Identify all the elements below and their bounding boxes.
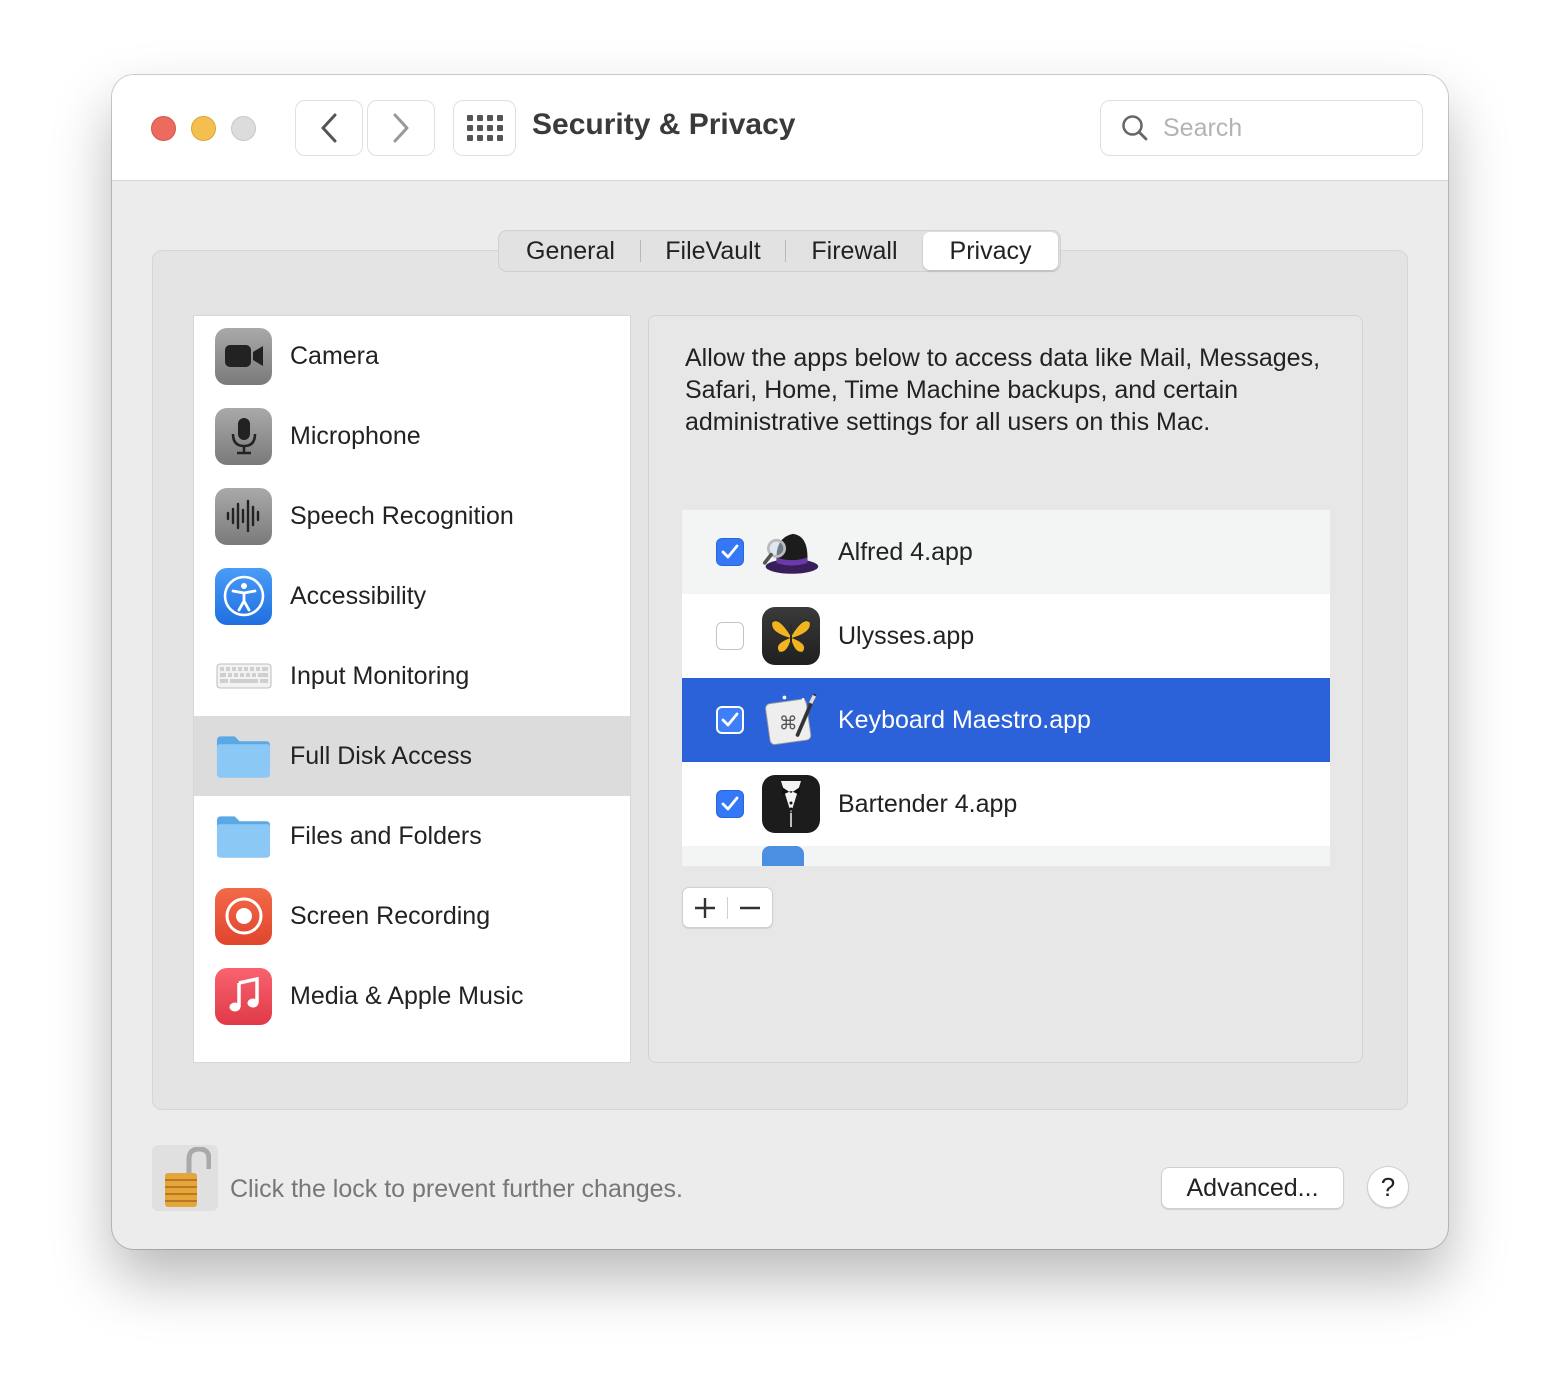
app-row-ulysses[interactable]: Ulysses.app <box>682 594 1330 678</box>
sidebar-item-accessibility[interactable]: Accessibility <box>194 556 630 636</box>
sidebar-item-label: Microphone <box>290 421 421 450</box>
lock-button[interactable] <box>152 1145 218 1211</box>
add-app-button[interactable] <box>683 888 727 927</box>
privacy-category-list[interactable]: Camera Microphone Speech Recognition Acc… <box>193 315 631 1063</box>
sidebar-item-label: Camera <box>290 341 379 370</box>
advanced-button[interactable]: Advanced... <box>1161 1167 1344 1209</box>
app-row-bartender[interactable]: Bartender 4.app <box>682 762 1330 846</box>
back-button[interactable] <box>295 100 363 156</box>
sidebar-item-label: Media & Apple Music <box>290 981 524 1010</box>
bartender-tuxedo-icon <box>762 775 820 833</box>
chevron-left-icon <box>321 113 337 143</box>
music-note-icon <box>215 967 272 1025</box>
svg-text:⌘: ⌘ <box>779 713 798 734</box>
chevron-right-icon <box>393 113 409 143</box>
ulysses-butterfly-icon <box>762 607 820 665</box>
folder-icon <box>215 728 272 785</box>
app-list[interactable]: Alfred 4.app Ulysses.app ⌘ Keyboard Maes… <box>682 510 1330 866</box>
waveform-icon <box>215 487 272 545</box>
alfred-hat-icon <box>762 523 820 581</box>
app-row-alfred[interactable]: Alfred 4.app <box>682 510 1330 594</box>
sidebar-item-camera[interactable]: Camera <box>194 316 630 396</box>
checkmark-icon <box>721 544 739 559</box>
close-window-button[interactable] <box>151 116 176 141</box>
sidebar-item-microphone[interactable]: Microphone <box>194 396 630 476</box>
checkmark-icon <box>721 712 739 727</box>
forward-button[interactable] <box>367 100 435 156</box>
tab-privacy[interactable]: Privacy <box>922 232 1059 270</box>
show-all-button[interactable] <box>453 100 516 156</box>
folder-icon <box>215 808 272 865</box>
checkmark-icon <box>721 796 739 811</box>
sidebar-item-label: Accessibility <box>290 581 427 610</box>
app-name: Keyboard Maestro.app <box>838 705 1091 734</box>
app-checkbox[interactable] <box>716 538 744 566</box>
window-title: Security & Privacy <box>532 108 796 141</box>
zoom-window-button[interactable] <box>231 116 256 141</box>
screen-record-icon <box>215 887 272 945</box>
minimize-window-button[interactable] <box>191 116 216 141</box>
add-remove-control <box>682 887 773 928</box>
search-icon <box>1122 115 1148 141</box>
remove-app-button[interactable] <box>728 888 772 927</box>
title-bar: Security & Privacy <box>112 75 1448 181</box>
plus-icon <box>695 897 715 918</box>
app-name: Alfred 4.app <box>838 537 973 566</box>
sidebar-item-files-and-folders[interactable]: Files and Folders <box>194 796 630 876</box>
preferences-window: Security & Privacy General FileVault Fir… <box>112 75 1448 1249</box>
help-button[interactable]: ? <box>1367 1166 1409 1208</box>
search-input[interactable] <box>1163 113 1403 143</box>
tab-filevault[interactable]: FileVault <box>641 232 785 270</box>
sidebar-item-label: Input Monitoring <box>290 661 470 690</box>
app-checkbox[interactable] <box>716 706 744 734</box>
app-row-partial[interactable] <box>682 846 1330 866</box>
microphone-icon <box>215 407 272 465</box>
sidebar-item-label: Files and Folders <box>290 821 482 850</box>
camera-icon <box>215 327 272 385</box>
tab-firewall[interactable]: Firewall <box>786 232 923 270</box>
sidebar-item-label: Speech Recognition <box>290 501 514 530</box>
search-field[interactable] <box>1100 100 1423 156</box>
unlocked-padlock-icon <box>165 1147 211 1207</box>
sidebar-item-media-apple-music[interactable]: Media & Apple Music <box>194 956 630 1036</box>
tab-bar: General FileVault Firewall Privacy <box>498 230 1061 272</box>
full-disk-access-description: Allow the apps below to access data like… <box>685 344 1321 436</box>
app-checkbox[interactable] <box>716 790 744 818</box>
minus-icon <box>740 906 760 909</box>
app-name: Bartender 4.app <box>838 789 1018 818</box>
sidebar-item-speech-recognition[interactable]: Speech Recognition <box>194 476 630 556</box>
sidebar-item-screen-recording[interactable]: Screen Recording <box>194 876 630 956</box>
app-checkbox[interactable] <box>716 622 744 650</box>
keyboard-icon <box>215 648 272 705</box>
grid-icon <box>466 115 503 141</box>
app-row-keyboard-maestro[interactable]: ⌘ Keyboard Maestro.app <box>682 678 1330 762</box>
sidebar-item-label: Screen Recording <box>290 901 491 930</box>
partial-app-icon <box>762 846 804 866</box>
accessibility-icon <box>215 567 272 625</box>
sidebar-item-label: Full Disk Access <box>290 741 472 770</box>
lock-status-text: Click the lock to prevent further change… <box>230 1175 684 1203</box>
app-name: Ulysses.app <box>838 621 975 650</box>
sidebar-item-input-monitoring[interactable]: Input Monitoring <box>194 636 630 716</box>
tab-general[interactable]: General <box>501 232 640 270</box>
privacy-detail-pane: Allow the apps below to access data like… <box>648 315 1363 1063</box>
keyboard-maestro-icon: ⌘ <box>762 691 820 749</box>
sidebar-item-full-disk-access[interactable]: Full Disk Access <box>194 716 630 796</box>
